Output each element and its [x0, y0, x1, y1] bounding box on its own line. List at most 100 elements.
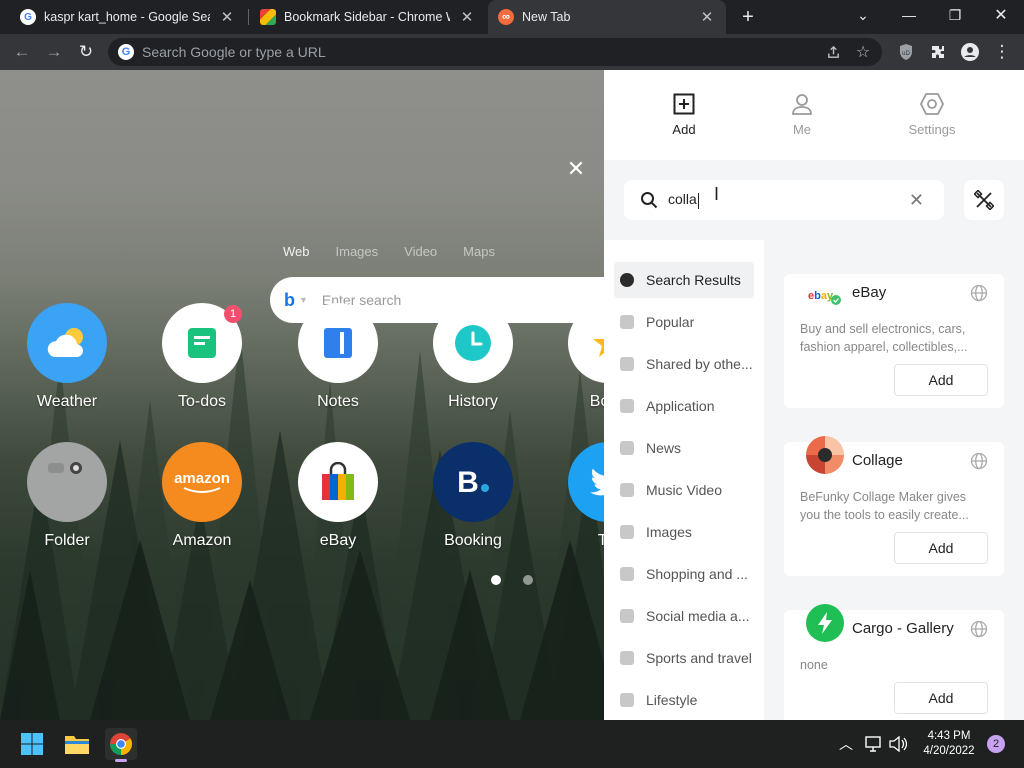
category-images[interactable]: Images	[614, 514, 754, 550]
search-tab-images[interactable]: Images	[336, 244, 379, 259]
search-icon	[641, 192, 658, 209]
windows-start-icon[interactable]	[16, 728, 48, 760]
search-engine-tabs: Web Images Video Maps	[283, 244, 495, 259]
notification-badge: 1	[224, 305, 242, 323]
address-placeholder: Search Google or type a URL	[142, 44, 326, 60]
category-application[interactable]: Application	[614, 388, 754, 424]
page-dot[interactable]	[523, 575, 533, 585]
search-tab-web[interactable]: Web	[283, 244, 310, 259]
restore-button[interactable]: ❐	[932, 0, 978, 30]
app-label: Amazon	[172, 532, 232, 549]
app-label: To-dos	[177, 393, 227, 410]
user-icon	[790, 92, 814, 116]
close-tab-icon[interactable]: ✕	[458, 8, 476, 26]
app-weather[interactable]: Weather	[12, 303, 122, 411]
page-dots	[491, 575, 533, 585]
booking-icon: B	[433, 442, 513, 522]
svg-text:B: B	[457, 466, 479, 499]
app-notes[interactable]: Notes	[283, 303, 393, 411]
tab-new-tab[interactable]: ∞ New Tab ✕	[488, 0, 726, 34]
tab-title: Bookmark Sidebar - Chrome Web Store	[284, 10, 450, 24]
close-tab-icon[interactable]: ✕	[698, 8, 716, 26]
app-amazon[interactable]: amazon Amazon	[147, 442, 257, 550]
search-tab-video[interactable]: Video	[404, 244, 437, 259]
app-ebay[interactable]: eBay	[283, 442, 393, 550]
menu-kebab-icon[interactable]: ⋮	[990, 40, 1014, 64]
image-icon	[620, 525, 634, 539]
category-lifestyle[interactable]: Lifestyle	[614, 682, 754, 718]
todos-icon: 1	[162, 303, 242, 383]
volume-icon[interactable]	[882, 728, 914, 760]
chrome-taskbar-icon[interactable]	[105, 728, 137, 762]
close-window-button[interactable]: ✕	[978, 0, 1024, 30]
result-card-cargo: Cargo - Gallery none Add	[784, 604, 1004, 720]
close-tab-icon[interactable]: ✕	[218, 8, 236, 26]
tools-button[interactable]	[964, 180, 1004, 220]
lightning-icon	[806, 604, 844, 642]
svg-text:uD: uD	[902, 51, 910, 57]
history-icon	[433, 303, 513, 383]
ebay-logo-icon: ebay	[806, 276, 844, 314]
share-icon[interactable]	[822, 41, 844, 63]
amazon-icon: amazon	[162, 442, 242, 522]
reload-button[interactable]: ↻	[74, 40, 98, 64]
drop-icon	[620, 693, 634, 707]
tab-google-search[interactable]: G kaspr kart_home - Google Search ✕	[10, 0, 246, 34]
folder-icon	[27, 442, 107, 522]
add-button[interactable]: Add	[894, 532, 988, 564]
search-tab-maps[interactable]: Maps	[463, 244, 495, 259]
ebay-bag-icon	[298, 442, 378, 522]
globe-icon	[970, 452, 988, 470]
notes-icon	[298, 303, 378, 383]
tab-bookmark-sidebar[interactable]: Bookmark Sidebar - Chrome Web Store ✕	[250, 0, 486, 34]
add-button[interactable]: Add	[894, 682, 988, 714]
app-todos[interactable]: 1 To-dos	[147, 303, 257, 411]
app-folder[interactable]: Folder	[12, 442, 122, 550]
extensions-icon[interactable]	[926, 40, 950, 64]
nav-label: Me	[792, 122, 812, 137]
panel-nav: Add Me Settings	[604, 70, 1024, 160]
category-shared[interactable]: Shared by othe...	[614, 346, 754, 382]
ublock-icon[interactable]: uD	[894, 40, 918, 64]
back-button[interactable]: ←	[10, 40, 34, 64]
category-news[interactable]: News	[614, 430, 754, 466]
category-social-media[interactable]: Social media a...	[614, 598, 754, 634]
forward-button[interactable]: →	[42, 40, 66, 64]
svg-text:ebay: ebay	[808, 290, 834, 302]
notification-count-badge[interactable]: 2	[987, 735, 1005, 753]
app-label: Notes	[317, 393, 359, 410]
app-booking[interactable]: B Booking	[418, 442, 528, 550]
category-popular[interactable]: Popular	[614, 304, 754, 340]
add-button[interactable]: Add	[894, 364, 988, 396]
system-clock[interactable]: 4:43 PM 4/20/2022	[914, 729, 984, 759]
star-icon[interactable]: ☆	[852, 41, 874, 63]
file-explorer-icon[interactable]	[61, 728, 93, 760]
address-bar[interactable]: G Search Google or type a URL ☆	[108, 38, 882, 66]
nav-me[interactable]: Me	[762, 92, 842, 137]
google-icon: G	[20, 9, 36, 25]
app-label: eBay	[319, 532, 357, 549]
category-search-results[interactable]: Search Results	[614, 262, 754, 298]
category-music-video[interactable]: Music Video	[614, 472, 754, 508]
close-overlay-icon[interactable]: ✕	[565, 156, 587, 181]
nav-add[interactable]: Add	[644, 92, 724, 137]
collage-logo-icon	[806, 436, 844, 474]
page-dot[interactable]	[491, 575, 501, 585]
profile-icon[interactable]	[958, 40, 982, 64]
clock-date: 4/20/2022	[923, 745, 975, 757]
nav-settings[interactable]: Settings	[892, 92, 972, 137]
nav-label: Add	[672, 122, 696, 137]
category-shopping[interactable]: Shopping and ...	[614, 556, 754, 592]
tab-search-icon[interactable]: ⌄	[840, 0, 886, 30]
result-name: eBay	[852, 284, 887, 301]
panel-search-input[interactable]: colla ✕	[624, 180, 944, 220]
app-history[interactable]: History	[418, 303, 528, 411]
add-square-icon	[672, 92, 696, 116]
result-card-ebay: ebay eBay Buy and sell electronics, cars…	[784, 274, 1004, 408]
new-tab-button[interactable]: +	[736, 5, 760, 29]
minimize-button[interactable]: —	[886, 0, 932, 30]
shopping-icon	[620, 567, 634, 581]
category-sports-travel[interactable]: Sports and travel	[614, 640, 754, 676]
clear-search-icon[interactable]: ✕	[909, 190, 924, 211]
svg-text:amazon: amazon	[174, 470, 230, 487]
